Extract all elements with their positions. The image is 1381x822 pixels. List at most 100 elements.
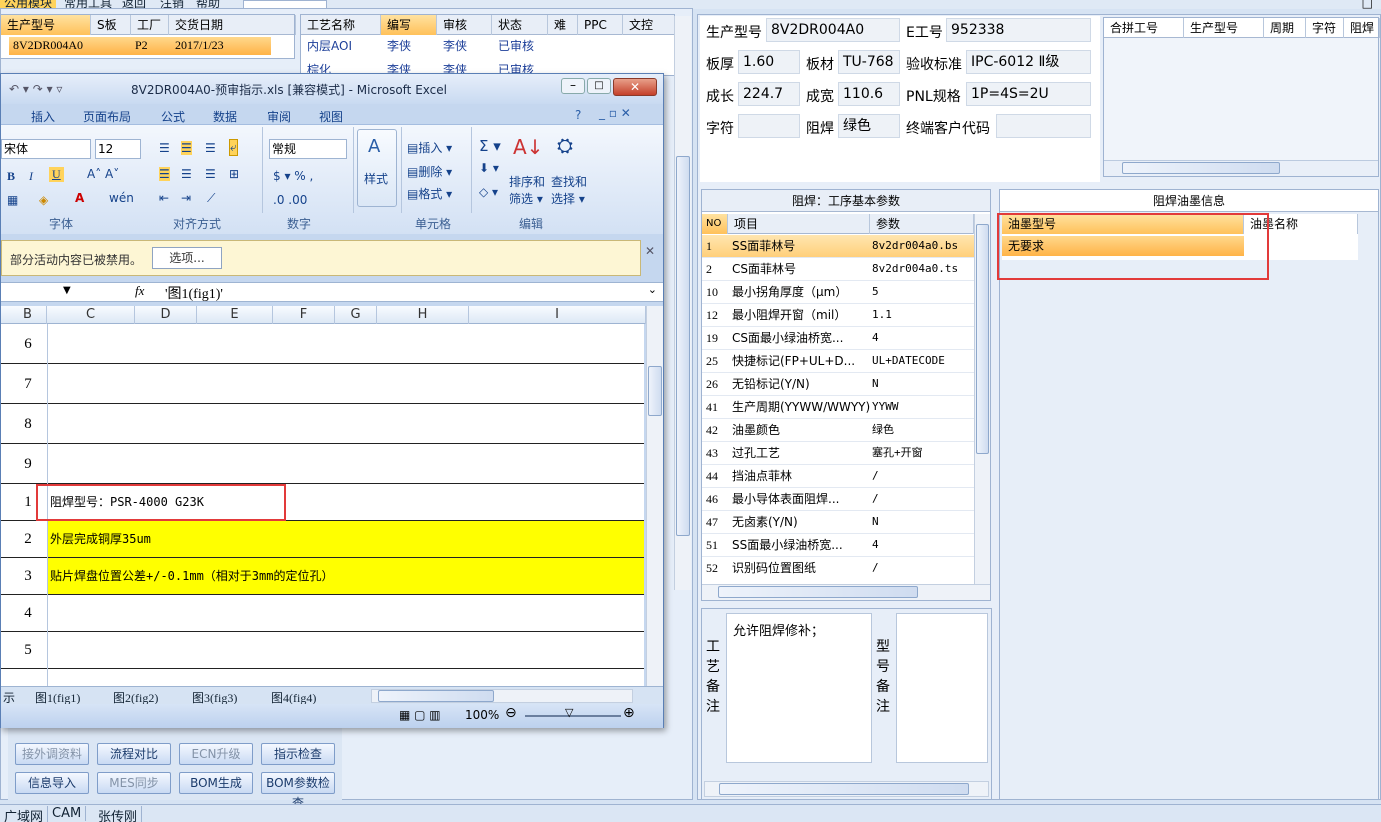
font-name-select[interactable]: 宋体 [1,139,91,159]
minimize-icon[interactable]: _ [1345,0,1351,9]
eno-field[interactable]: 952338 [946,18,1091,42]
options-button[interactable]: 选项... [152,247,222,269]
model-notes-field[interactable] [896,613,988,763]
col-difficulty[interactable]: 难 [548,15,578,35]
pnl-field[interactable]: 1P=4S=2U [966,82,1091,106]
col-param[interactable]: 参数 [870,214,974,234]
align-bottom-icon[interactable]: ☰ [205,141,216,155]
col-s-board[interactable]: S板 [91,15,131,35]
col-no[interactable]: NO [702,214,728,234]
styles-button[interactable]: A 样式 [357,129,397,207]
flow-compare-button[interactable]: 流程对比 [97,743,171,765]
table-row[interactable]: 42 油墨颜色 绿色 [702,419,974,442]
col-combine-period[interactable]: 周期 [1264,18,1306,38]
table-row[interactable]: 19 CS面最小绿油桥宽... 4 [702,327,974,350]
model-field[interactable]: 8V2DR004A0 [766,18,900,42]
char-field[interactable] [738,114,800,138]
grow-font-icon[interactable]: A˄ A˅ [87,167,119,181]
table-row[interactable]: 52 识别码位置图纸 / [702,557,974,575]
customer-field[interactable] [996,114,1091,138]
col-combine-model[interactable]: 生产型号 [1184,18,1264,38]
bold-icon[interactable]: B [7,169,15,184]
col-header-c[interactable]: C [47,306,135,324]
col-doc-control[interactable]: 文控 [623,15,674,35]
col-combine-no[interactable]: 合拼工号 [1104,18,1184,38]
tab-data[interactable]: 数据 [213,108,237,125]
col-delivery-date[interactable]: 交货日期 [169,15,296,35]
table-row[interactable]: 25 快捷标记(FP+UL+D... UL+DATECODE [702,350,974,373]
col-process-name[interactable]: 工艺名称 [301,15,381,35]
insert-cells-button[interactable]: ▤插入 ▾ [407,139,452,156]
table-row[interactable]: 12 最小阻焊开窗（mil） 1.1 [702,304,974,327]
table-row[interactable]: 26 无铅标记(Y/N) N [702,373,974,396]
minimize-icon[interactable]: – [561,78,585,94]
sort-filter-button[interactable]: 排序和 筛选 ▾ [509,173,545,207]
orientation-icon[interactable]: ⟋ [207,191,215,206]
col-header-i[interactable]: I [469,306,646,324]
process-notes-field[interactable]: 允许阻焊修补； [726,613,872,763]
close-icon[interactable]: ✕ [613,78,657,96]
find-select-button[interactable]: 查找和 选择 ▾ [551,173,587,207]
col-header-e[interactable]: E [197,306,273,324]
col-writer[interactable]: 编写 [381,15,437,35]
align-center-icon[interactable]: ☰ [181,167,192,181]
col-combine-mask[interactable]: 阻焊 [1344,18,1380,38]
zoom-out-icon[interactable]: ⊖ [505,705,517,721]
info-import-button[interactable]: 信息导入 [15,772,89,794]
table-row[interactable]: 10 最小拐角厚度（μm） 5 [702,281,974,304]
delete-cells-button[interactable]: ▤删除 ▾ [407,163,452,180]
tab-page-layout[interactable]: 页面布局 [83,108,131,125]
align-left-icon[interactable]: ☰ [159,167,170,181]
col-status[interactable]: 状态 [492,15,548,35]
align-middle-icon[interactable]: ☰ [181,141,192,155]
col-factory[interactable]: 工厂 [131,15,169,35]
align-top-icon[interactable]: ☰ [159,141,170,155]
zoom-in-icon[interactable]: ⊕ [623,705,635,721]
binoculars-icon[interactable]: ⛭ [557,133,573,157]
wrap-text-icon[interactable]: ⤶ [229,139,238,156]
col-combine-char[interactable]: 字符 [1306,18,1344,38]
namebox-dropdown-icon[interactable]: ▼ [63,285,71,296]
view-buttons-icon[interactable]: ▦ ▢ ▥ [399,708,441,722]
maximize-icon[interactable]: □ [587,78,611,94]
notes-hscrollbar[interactable] [704,781,989,797]
merge-icon[interactable]: ⊞ [229,167,239,181]
tab-insert[interactable]: 插入 [31,108,55,125]
fill-icon[interactable]: ⬇ ▾ [479,161,499,175]
expand-formula-icon[interactable]: ⌄ [648,283,657,296]
table-row[interactable]: 44 挡油点菲林 / [702,465,974,488]
params-vscrollbar[interactable] [974,214,990,584]
tab-formulas[interactable]: 公式 [161,108,185,125]
indent-increase-icon[interactable]: ⇥ [181,191,191,205]
sheet-row[interactable]: 4 [1,595,644,632]
external-data-button[interactable]: 接外调资料 [15,743,89,765]
sheet-row[interactable]: 5 [1,632,644,669]
col-header-b[interactable]: B [9,306,47,324]
combine-hscrollbar[interactable] [1104,160,1378,176]
sheet-row[interactable]: 7 [1,364,644,404]
cell-pad-tolerance[interactable]: 贴片焊盘位置公差+/-0.1mm（相对于3mm的定位孔） [47,558,644,594]
col-reviewer[interactable]: 审核 [437,15,492,35]
fill-color-icon[interactable]: ◈ [39,193,48,207]
tab-view[interactable]: 视图 [319,108,343,125]
sheet-row[interactable]: 8 [1,404,644,444]
currency-icon[interactable]: $ ▾ % , [273,169,313,183]
phonetic-icon[interactable]: wén [109,191,134,205]
zoom-slider-thumb[interactable]: ▽ [565,706,573,719]
left-vertical-scrollbar[interactable] [674,16,691,590]
tab-review[interactable]: 审阅 [267,108,291,125]
undo-icon[interactable]: ↶ ▾ ↷ ▾ ▿ [9,82,62,96]
restore-icon[interactable]: □ [1362,0,1373,9]
table-row[interactable]: 1 SS面菲林号 8v2dr004a0.bs [702,235,974,258]
indent-decrease-icon[interactable]: ⇤ [159,191,169,205]
bom-generate-button[interactable]: BOM生成 [179,772,253,794]
sheet-hscrollbar[interactable] [371,689,633,703]
sheet-row[interactable]: 3 贴片焊盘位置公差+/-0.1mm（相对于3mm的定位孔） [1,558,644,595]
formula-input[interactable]: '图1(fig1)' [165,283,223,303]
autosum-icon[interactable]: Σ ▾ [479,137,501,155]
table-row[interactable]: 47 无卤素(Y/N) N [702,511,974,534]
ribbon-min-icon[interactable]: _ ▫ ✕ [599,106,631,120]
table-row[interactable]: 41 生产周期(YYWW/WWYY) YYWW [702,396,974,419]
table-row[interactable]: 内层AOI 李侠 李侠 已审核 [301,37,674,57]
bom-param-check-button[interactable]: BOM参数检查 [261,772,335,810]
